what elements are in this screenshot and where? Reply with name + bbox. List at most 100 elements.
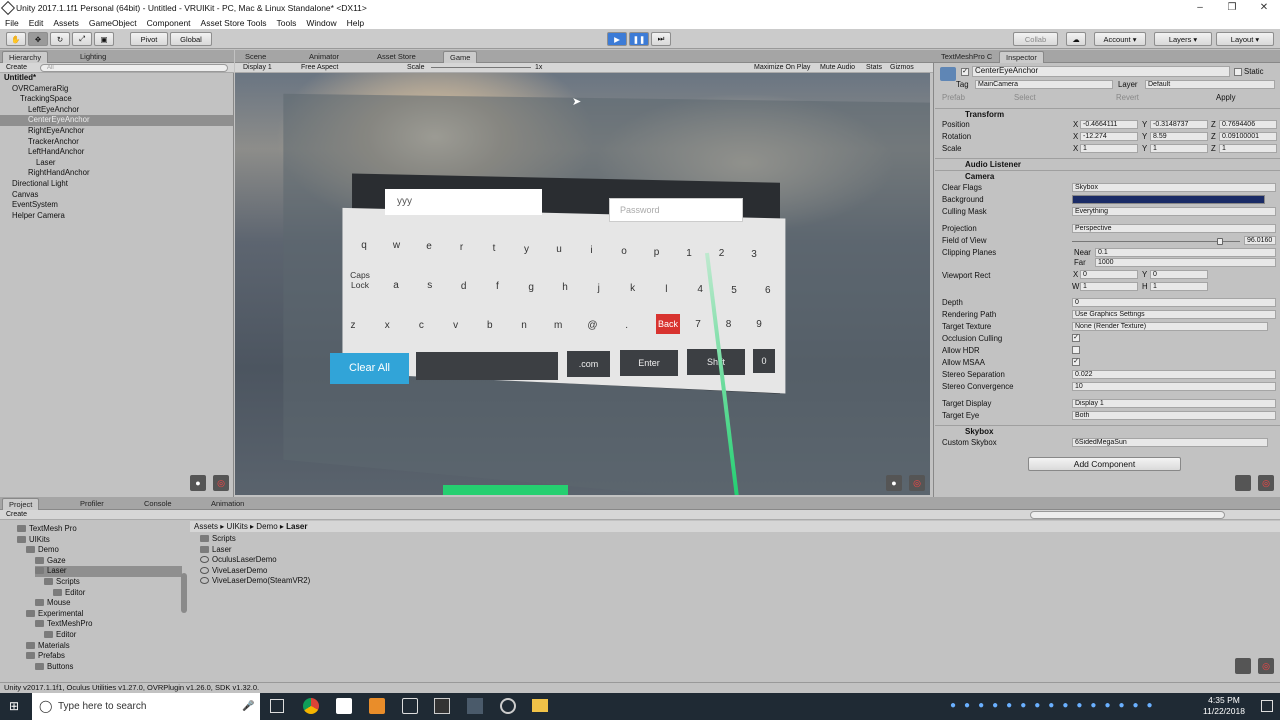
project-folder[interactable]: UIKits xyxy=(17,535,182,546)
project-folder[interactable]: Experimental xyxy=(26,609,182,620)
audio-listener-header[interactable]: Audio Listener xyxy=(935,158,1280,170)
project-record-icon[interactable]: ◎ xyxy=(1258,658,1274,674)
hierarchy-item[interactable]: Helper Camera xyxy=(0,211,233,222)
collab-button[interactable]: Collab xyxy=(1013,32,1058,46)
vr-key[interactable]: x xyxy=(375,313,399,337)
allow-msaa-checkbox[interactable]: ✓ xyxy=(1072,358,1080,366)
menu-edit[interactable]: Edit xyxy=(24,18,49,28)
project-file[interactable]: ViveLaserDemo(SteamVR2) xyxy=(200,576,310,587)
vr-key[interactable]: r xyxy=(450,235,474,259)
vr-key[interactable]: p xyxy=(645,240,669,264)
tab-profiler[interactable]: Profiler xyxy=(74,498,110,510)
vr-username-field[interactable]: yyy xyxy=(385,189,542,215)
cloud-icon[interactable]: ☁ xyxy=(1066,32,1086,46)
project-folder[interactable]: Editor xyxy=(53,588,182,599)
hierarchy-item[interactable]: CenterEyeAnchor xyxy=(0,115,233,126)
sublime-icon[interactable] xyxy=(369,698,385,714)
game-mic-icon-right[interactable]: ● xyxy=(886,475,902,491)
maximize-on-play-toggle[interactable]: Maximize On Play xyxy=(754,64,810,71)
stereo-convergence-field[interactable]: 10 xyxy=(1072,382,1276,391)
menu-assets[interactable]: Assets xyxy=(48,18,84,28)
vr-key[interactable]: y xyxy=(515,237,539,261)
hierarchy-search-input[interactable]: All xyxy=(40,64,228,72)
tab-inspector[interactable]: Inspector xyxy=(999,51,1044,63)
project-folder[interactable]: TextMesh Pro xyxy=(17,524,182,535)
allow-hdr-checkbox[interactable] xyxy=(1072,346,1080,354)
custom-skybox-field[interactable]: 6SidedMegaSun xyxy=(1072,438,1268,447)
project-mic-icon[interactable] xyxy=(1235,658,1251,674)
project-folder[interactable]: Laser xyxy=(35,566,182,577)
project-folder[interactable]: TextMeshPro xyxy=(35,619,182,630)
position-z-field[interactable]: 0.7694406 xyxy=(1219,120,1277,129)
tab-project[interactable]: Project xyxy=(2,498,40,510)
pivot-button[interactable]: Pivot xyxy=(130,32,168,46)
scale-z-field[interactable]: 1 xyxy=(1219,144,1277,153)
far-field[interactable]: 1000 xyxy=(1095,258,1276,267)
add-component-button[interactable]: Add Component xyxy=(1028,457,1181,471)
vr-key[interactable]: s xyxy=(418,274,442,298)
vr-key-caps-lock[interactable]: Caps Lock xyxy=(345,270,375,294)
vr-key-zero[interactable]: 0 xyxy=(753,349,775,373)
game-mic-icon[interactable]: ● xyxy=(190,475,206,491)
move-tool-icon[interactable]: ✥ xyxy=(28,32,48,46)
tab-asset-store[interactable]: Asset Store xyxy=(371,51,422,63)
vr-key-shift[interactable]: Shift xyxy=(687,349,745,375)
object-name-field[interactable]: CenterEyeAnchor xyxy=(972,66,1230,77)
breadcrumb-assets[interactable]: Assets xyxy=(194,522,218,531)
culling-mask-dropdown[interactable]: Everything xyxy=(1072,207,1276,216)
tab-animation[interactable]: Animation xyxy=(205,498,250,510)
project-folder[interactable]: Buttons xyxy=(35,662,182,673)
breadcrumb-uikits[interactable]: UIKits xyxy=(226,522,247,531)
project-folder[interactable]: Gaze xyxy=(35,556,182,567)
mute-audio-toggle[interactable]: Mute Audio xyxy=(820,64,855,71)
menu-window[interactable]: Window xyxy=(301,18,341,28)
game-view[interactable]: yyy Password Caps Lock Back Clear All .c… xyxy=(235,73,930,495)
menu-asset-store-tools[interactable]: Asset Store Tools xyxy=(196,18,272,28)
unity-hub-icon[interactable] xyxy=(336,698,352,714)
vr-key[interactable]: 5 xyxy=(722,278,746,302)
project-folder[interactable]: Editor xyxy=(44,630,182,641)
project-create-dropdown[interactable]: Create xyxy=(6,511,27,518)
menu-file[interactable]: File xyxy=(0,18,24,28)
vr-key[interactable]: 6 xyxy=(756,279,780,303)
game-record-icon-right[interactable]: ◎ xyxy=(909,475,925,491)
camera-header[interactable]: Camera xyxy=(935,170,1280,182)
position-y-field[interactable]: -0.3148737 xyxy=(1150,120,1208,129)
vr-key[interactable]: 9 xyxy=(747,312,771,336)
hierarchy-item[interactable]: EventSystem xyxy=(0,200,233,211)
target-eye-dropdown[interactable]: Both xyxy=(1072,411,1276,420)
vr-key[interactable]: f xyxy=(485,275,509,299)
tab-textmeshpro[interactable]: TextMeshPro C xyxy=(935,51,998,63)
inspector-record-icon[interactable]: ◎ xyxy=(1258,475,1274,491)
menu-component[interactable]: Component xyxy=(142,18,196,28)
hierarchy-item[interactable]: RightHandAnchor xyxy=(0,168,233,179)
project-folder[interactable]: Demo xyxy=(26,545,182,556)
hierarchy-item[interactable]: Untitled* xyxy=(0,73,233,84)
step-button[interactable]: ⏭ xyxy=(651,32,671,46)
hierarchy-item[interactable]: Directional Light xyxy=(0,179,233,190)
system-tray-icons[interactable]: ●●●●●●●●●●●●●●● xyxy=(950,700,1161,711)
vr-key-space[interactable] xyxy=(416,352,558,380)
vr-key[interactable]: a xyxy=(384,273,408,297)
project-folder[interactable]: Scripts xyxy=(44,577,182,588)
rotation-y-field[interactable]: 8.59 xyxy=(1150,132,1208,141)
hierarchy-item[interactable]: LeftHandAnchor xyxy=(0,147,233,158)
vr-key[interactable]: h xyxy=(553,276,577,300)
viewport-x-field[interactable]: 0 xyxy=(1080,270,1138,279)
project-file[interactable]: Laser xyxy=(200,545,232,556)
vr-key[interactable]: i xyxy=(580,239,604,263)
project-tree-scrollbar[interactable] xyxy=(181,573,187,613)
breadcrumb-laser[interactable]: Laser xyxy=(286,522,307,531)
project-file[interactable]: OculusLaserDemo xyxy=(200,555,277,566)
rotation-x-field[interactable]: -12.274 xyxy=(1080,132,1138,141)
vr-key[interactable]: n xyxy=(512,313,536,337)
visual-studio-icon[interactable] xyxy=(467,698,483,714)
depth-field[interactable]: 0 xyxy=(1072,298,1276,307)
maximize-icon[interactable]: ❐ xyxy=(1216,0,1248,16)
chrome-icon[interactable] xyxy=(303,698,319,714)
vr-key[interactable]: 7 xyxy=(686,312,710,336)
fov-slider[interactable] xyxy=(1072,241,1240,242)
rotation-z-field[interactable]: 0.09100001 xyxy=(1219,132,1277,141)
taskbar-clock[interactable]: 4:35 PM 11/22/2018 xyxy=(1195,695,1253,717)
task-view-icon[interactable] xyxy=(270,699,284,713)
